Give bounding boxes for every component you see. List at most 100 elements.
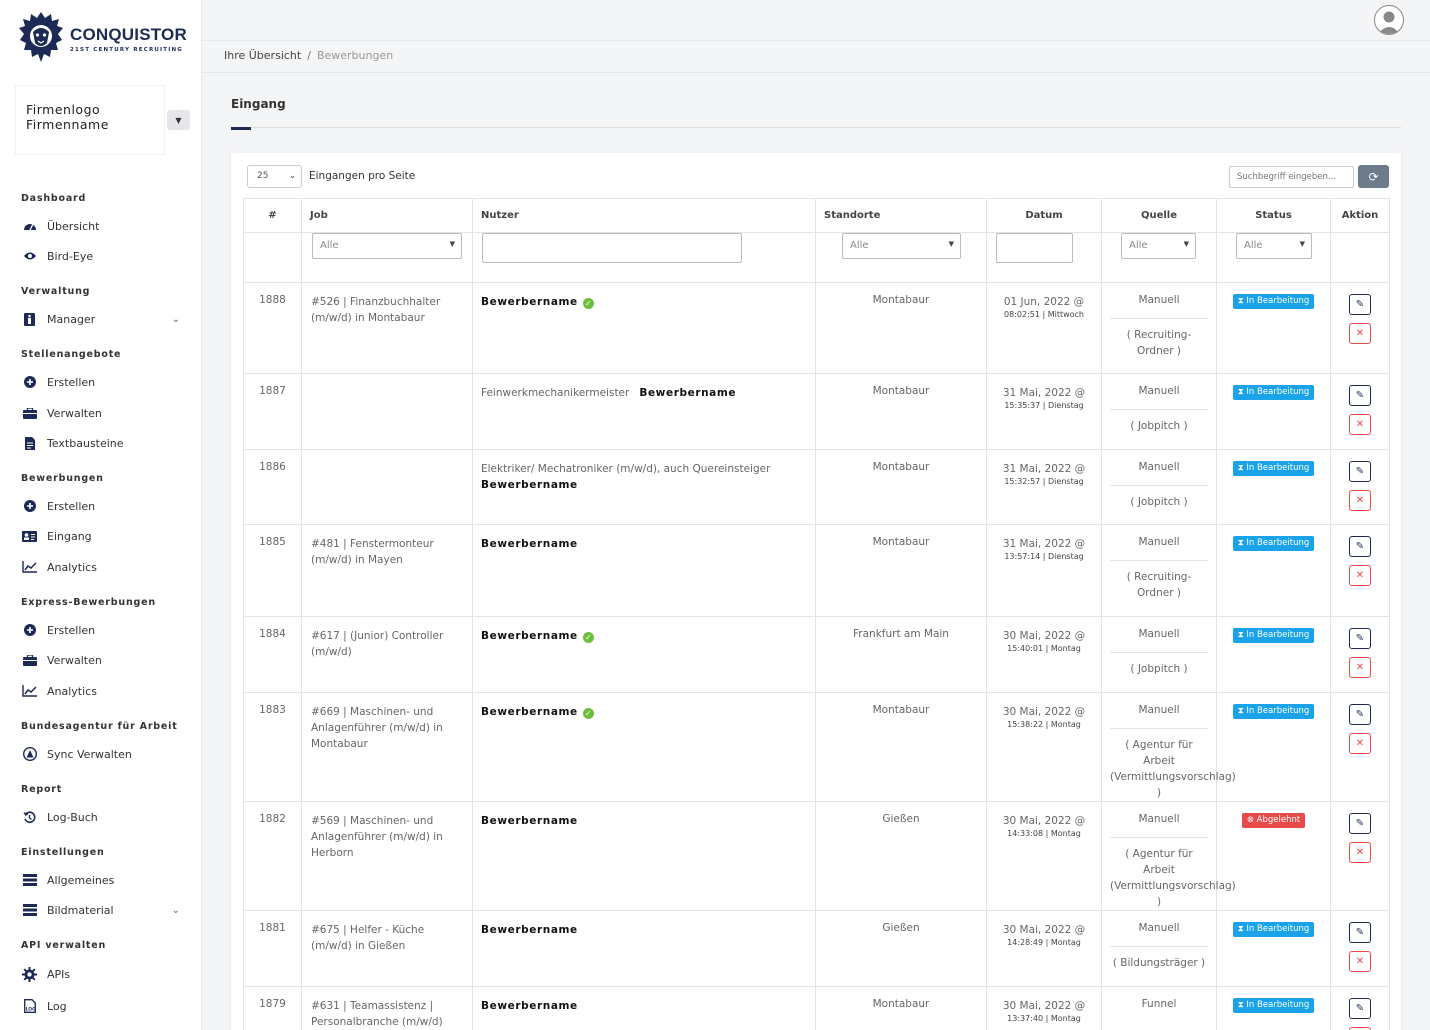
status-badge: ⧗ In Bearbeitung xyxy=(1232,385,1315,400)
sidebar-item-uebersicht[interactable]: Übersicht xyxy=(21,216,186,236)
column-header-status[interactable]: Status xyxy=(1216,198,1331,233)
delete-button[interactable]: ✕ xyxy=(1349,733,1371,754)
company-dropdown-button[interactable]: ▼ xyxy=(167,110,190,130)
column-header-nutzer[interactable]: Nutzer xyxy=(472,198,816,233)
delete-button[interactable]: ✕ xyxy=(1349,490,1371,511)
table-row[interactable]: 1884 #617 | (Junior) Controller (m/w/d) Be… xyxy=(243,616,1390,693)
applicant-name-link[interactable]: Bewerbername xyxy=(481,924,578,936)
refresh-button[interactable]: ⟳ xyxy=(1358,165,1389,188)
edit-button[interactable]: ✎ xyxy=(1349,922,1371,943)
applicant-name-link[interactable]: Bewerbername xyxy=(481,815,578,827)
table-row[interactable]: 1881 #675 | Helfer - Küche (m/w/d) in Gie… xyxy=(243,910,1390,987)
standort-filter-select[interactable]: Alle ▼ xyxy=(842,233,961,259)
applicant-name-link[interactable]: Bewerbername xyxy=(481,1000,578,1012)
user-cell: Bewerbername xyxy=(472,986,816,1030)
edit-icon: ✎ xyxy=(1355,927,1365,938)
edit-button[interactable]: ✎ xyxy=(1349,461,1371,482)
edit-button[interactable]: ✎ xyxy=(1349,628,1371,649)
date-cell: 30 Mai, 2022 @ 14:28:49 | Montag xyxy=(986,910,1102,987)
sidebar-item-sync-verwalten[interactable]: Sync Verwalten xyxy=(21,744,186,764)
sidebar-item-express-erstellen[interactable]: Erstellen xyxy=(21,620,186,640)
applicant-name-link[interactable]: Bewerbername xyxy=(481,538,578,550)
sidebar-item-bewerbungen-analytics[interactable]: Analytics xyxy=(21,557,186,577)
title-divider xyxy=(231,127,1401,128)
brand-logo[interactable]: CONQUISTOR 21ST CENTURY RECRUITING xyxy=(18,10,187,68)
column-header-job[interactable]: Job xyxy=(301,198,473,233)
sidebar-item-allgemeines[interactable]: Allgemeines xyxy=(21,870,186,890)
eye-icon xyxy=(21,249,38,263)
nutzer-filter-input[interactable] xyxy=(482,233,742,263)
sidebar-item-bildmaterial[interactable]: Bildmaterial ⌄ xyxy=(21,900,186,920)
edit-button[interactable]: ✎ xyxy=(1349,998,1371,1019)
close-icon: ✕ xyxy=(1355,328,1365,339)
applicant-name-link[interactable]: Bewerbername xyxy=(481,479,578,491)
location-cell: Gießen xyxy=(815,801,987,911)
column-header-id[interactable]: # xyxy=(243,198,302,233)
column-header-datum[interactable]: Datum xyxy=(986,198,1102,233)
nav-heading-agentur: Bundesagentur für Arbeit xyxy=(21,721,178,732)
delete-button[interactable]: ✕ xyxy=(1349,951,1371,972)
verified-check-icon: ✓ xyxy=(582,298,594,309)
date-text: 30 Mai, 2022 @ xyxy=(1002,815,1086,827)
sidebar-item-apis[interactable]: APIs xyxy=(21,964,186,984)
delete-button[interactable]: ✕ xyxy=(1349,842,1371,863)
user-avatar[interactable] xyxy=(1374,5,1404,35)
sidebar-item-express-verwalten[interactable]: Verwalten xyxy=(21,650,186,670)
nav-heading-express: Express-Bewerbungen xyxy=(21,597,156,608)
delete-button[interactable]: ✕ xyxy=(1349,657,1371,678)
user-cell: Feinwerkmechanikermeister Bewerbername xyxy=(472,373,816,450)
sidebar-item-label: Allgemeines xyxy=(47,873,115,887)
action-cell: ✎✕ xyxy=(1330,449,1390,525)
table-row[interactable]: 1879 #631 | Teamassistenz | Personalbranc… xyxy=(243,986,1390,1030)
applicant-name-link[interactable]: Bewerbername xyxy=(639,387,736,399)
status-badge: ⧗ In Bearbeitung xyxy=(1232,628,1315,643)
job-filter-select[interactable]: Alle ▼ xyxy=(312,233,462,259)
column-header-standorte[interactable]: Standorte xyxy=(815,198,987,233)
status-filter-select[interactable]: Alle ▼ xyxy=(1236,233,1312,259)
table-row[interactable]: 1882 #569 | Maschinen- und Anlagenführer … xyxy=(243,801,1390,911)
search-input[interactable] xyxy=(1229,166,1354,188)
sidebar-item-stellen-verwalten[interactable]: Verwalten xyxy=(21,403,186,423)
sidebar-item-label: Verwalten xyxy=(47,653,102,667)
datum-filter-input[interactable] xyxy=(996,233,1073,263)
sidebar-item-bird-eye[interactable]: Bird-Eye xyxy=(21,246,186,266)
column-header-quelle[interactable]: Quelle xyxy=(1101,198,1217,233)
applicant-name-link[interactable]: Bewerbername xyxy=(481,706,578,718)
per-page-select[interactable]: 25 ⌄ xyxy=(247,165,302,188)
source-cell: Funnel xyxy=(1101,986,1217,1030)
delete-button[interactable]: ✕ xyxy=(1349,565,1371,586)
sidebar-item-log[interactable]: LOG Log xyxy=(21,996,186,1016)
quelle-filter-select[interactable]: Alle ▼ xyxy=(1121,233,1196,259)
sidebar-item-bewerbungen-erstellen[interactable]: Erstellen xyxy=(21,496,186,516)
table-row[interactable]: 1883 #669 | Maschinen- und Anlagenführer … xyxy=(243,692,1390,802)
server-icon xyxy=(21,873,38,887)
delete-button[interactable]: ✕ xyxy=(1349,323,1371,344)
sidebar-item-stellen-erstellen[interactable]: Erstellen xyxy=(21,372,186,392)
table-row[interactable]: 1885 #481 | Fenstermonteur (m/w/d) in May… xyxy=(243,524,1390,617)
sidebar-item-eingang[interactable]: Eingang xyxy=(21,526,186,546)
sidebar-item-manager[interactable]: Manager ⌄ xyxy=(21,309,186,329)
applicant-name-link[interactable]: Bewerbername xyxy=(481,630,578,642)
status-cell: ⧗ In Bearbeitung xyxy=(1216,616,1331,693)
source-text: Manuell xyxy=(1138,704,1180,716)
sidebar-item-label: Erstellen xyxy=(47,623,96,637)
status-text: In Bearbeitung xyxy=(1246,630,1310,640)
status-text: In Bearbeitung xyxy=(1246,706,1310,716)
applicant-name-link[interactable]: Bewerbername xyxy=(481,296,578,308)
sidebar-item-log-buch[interactable]: Log-Buch xyxy=(21,807,186,827)
edit-button[interactable]: ✎ xyxy=(1349,704,1371,725)
table-row[interactable]: 1888 #526 | Finanzbuchhalter (m/w/d) in M… xyxy=(243,282,1390,374)
sidebar-item-textbausteine[interactable]: Textbausteine xyxy=(21,433,186,453)
edit-button[interactable]: ✎ xyxy=(1349,294,1371,315)
edit-button[interactable]: ✎ xyxy=(1349,385,1371,406)
breadcrumb-home[interactable]: Ihre Übersicht xyxy=(224,49,301,62)
edit-button[interactable]: ✎ xyxy=(1349,536,1371,557)
table-row[interactable]: 1887 Feinwerkmechanikermeister Bewerberna… xyxy=(243,373,1390,450)
status-text: In Bearbeitung xyxy=(1246,1000,1310,1010)
delete-button[interactable]: ✕ xyxy=(1349,414,1371,435)
table-row[interactable]: 1886 Elektriker/ Mechatroniker (m/w/d), a… xyxy=(243,449,1390,525)
job-cell: #675 | Helfer - Küche (m/w/d) in Gießen xyxy=(301,910,473,987)
caret-down-icon: ▼ xyxy=(175,115,182,125)
edit-button[interactable]: ✎ xyxy=(1349,813,1371,834)
sidebar-item-express-analytics[interactable]: Analytics xyxy=(21,681,186,701)
